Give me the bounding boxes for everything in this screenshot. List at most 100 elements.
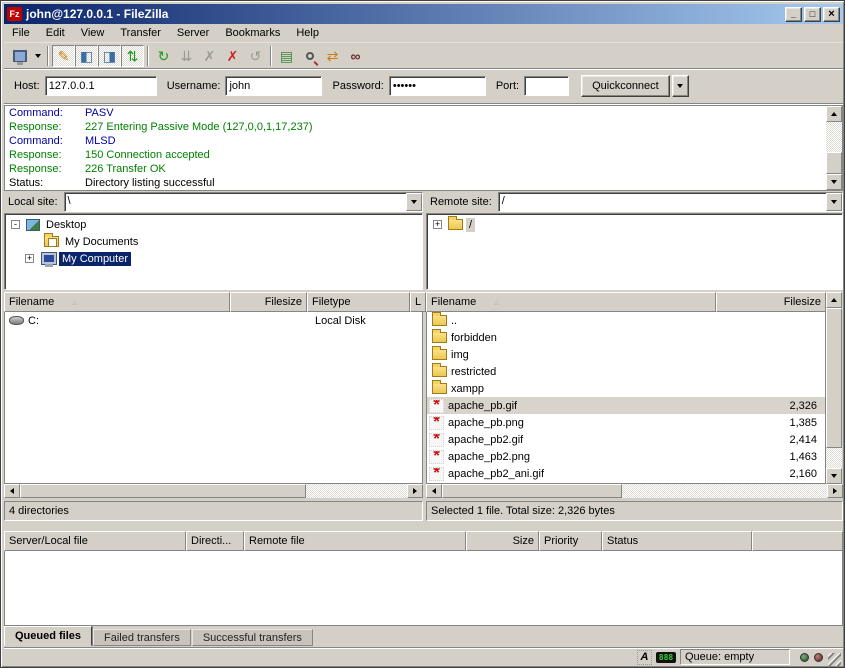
port-input[interactable]	[524, 76, 569, 96]
scroll-thumb[interactable]	[826, 308, 842, 448]
disconnect-button[interactable]: ✗	[221, 45, 244, 67]
menu-bookmarks[interactable]: Bookmarks	[217, 25, 288, 41]
tree-item-root[interactable]: + /	[427, 216, 842, 233]
menu-edit[interactable]: Edit	[38, 25, 73, 41]
remote-file-row[interactable]: *apache_pb2.gif2,414	[427, 431, 825, 448]
remote-file-row[interactable]: *apache_pb2_ani.gif2,160	[427, 465, 825, 482]
synchronized-browsing-button[interactable]: ⇄	[321, 45, 344, 67]
transfer-type-icon[interactable]: A	[637, 650, 652, 665]
file-search-button[interactable]	[298, 45, 321, 67]
column-header-filename[interactable]: Filename▵	[426, 292, 716, 312]
column-header-server-local-file[interactable]: Server/Local file	[4, 531, 186, 551]
menu-server[interactable]: Server	[169, 25, 217, 41]
column-header-filetype[interactable]: Filetype	[307, 292, 410, 312]
file-name: C:	[28, 315, 238, 327]
scroll-down-icon[interactable]	[826, 468, 842, 484]
tree-item-my-documents[interactable]: My Documents	[5, 233, 422, 250]
remote-file-row[interactable]: xampp	[427, 380, 825, 397]
local-site-value: \	[65, 193, 406, 211]
maximize-button[interactable]: □	[804, 7, 821, 22]
log-row: Command:PASV	[5, 106, 842, 120]
menu-help[interactable]: Help	[288, 25, 327, 41]
menubar: File Edit View Transfer Server Bookmarks…	[4, 24, 843, 43]
chevron-down-icon	[411, 200, 417, 204]
column-header-remote-file[interactable]: Remote file	[244, 531, 466, 551]
remote-vscrollbar[interactable]	[826, 292, 842, 484]
local-site-combo[interactable]: \	[64, 192, 423, 212]
toggle-queue-button[interactable]: ⇅	[121, 45, 144, 67]
column-header-size[interactable]: Size	[466, 531, 539, 551]
resize-grip[interactable]	[828, 653, 841, 666]
local-file-row[interactable]: C: Local Disk	[5, 312, 422, 329]
local-site-dropdown[interactable]	[406, 193, 422, 211]
process-queue-button[interactable]: ⇊	[175, 45, 198, 67]
site-manager-icon	[13, 50, 27, 62]
tree-item-my-computer[interactable]: + My Computer	[5, 250, 422, 267]
quickconnect-dropdown[interactable]	[672, 75, 689, 97]
scroll-right-icon[interactable]	[407, 484, 423, 498]
username-input[interactable]	[225, 76, 322, 96]
filter-button[interactable]: ∞	[344, 45, 367, 67]
scroll-left-icon[interactable]	[426, 484, 442, 498]
remote-site-dropdown[interactable]	[826, 193, 842, 211]
speedlimit-icon[interactable]: 888	[656, 652, 676, 663]
desktop-icon	[26, 219, 40, 231]
site-manager-button[interactable]	[8, 45, 31, 67]
scroll-thumb[interactable]	[442, 484, 622, 498]
scroll-thumb[interactable]	[20, 484, 306, 498]
reconnect-button[interactable]: ↺	[244, 45, 267, 67]
folder-icon	[432, 349, 447, 360]
cancel-button[interactable]: ✗	[198, 45, 221, 67]
toggle-local-tree-button[interactable]: ◧	[75, 45, 98, 67]
column-header-direction[interactable]: Directi...	[186, 531, 244, 551]
refresh-button[interactable]: ↻	[152, 45, 175, 67]
menu-transfer[interactable]: Transfer	[112, 25, 169, 41]
local-hscrollbar[interactable]	[4, 484, 423, 498]
column-header-filesize[interactable]: Filesize	[716, 292, 826, 312]
remote-file-row[interactable]: ..	[427, 312, 825, 329]
menu-file[interactable]: File	[4, 25, 38, 41]
folder-icon	[432, 332, 447, 343]
local-tree: - Desktop My Documents + My Computer	[4, 213, 423, 290]
site-manager-dropdown[interactable]	[31, 45, 44, 67]
remote-hscrollbar[interactable]	[426, 484, 843, 498]
scroll-up-icon[interactable]	[826, 106, 842, 122]
scroll-left-icon[interactable]	[4, 484, 20, 498]
image-file-icon: *	[429, 433, 444, 447]
folder-icon	[448, 219, 463, 230]
collapse-icon[interactable]: -	[11, 220, 20, 229]
expand-icon[interactable]: +	[433, 220, 442, 229]
tree-item-desktop[interactable]: - Desktop	[5, 216, 422, 233]
tab-successful-transfers[interactable]: Successful transfers	[192, 629, 313, 646]
remote-file-row[interactable]: forbidden	[427, 329, 825, 346]
directory-comparison-button[interactable]: ▤	[275, 45, 298, 67]
remote-file-row[interactable]: *apache_pb.png1,385	[427, 414, 825, 431]
tab-queued-files[interactable]: Queued files	[4, 626, 92, 646]
column-header-filename[interactable]: Filename▵	[4, 292, 230, 312]
scroll-right-icon[interactable]	[827, 484, 843, 498]
tab-failed-transfers[interactable]: Failed transfers	[93, 629, 191, 646]
scroll-down-icon[interactable]	[826, 174, 842, 190]
expand-icon[interactable]: +	[25, 254, 34, 263]
minimize-button[interactable]: _	[785, 7, 802, 22]
remote-site-combo[interactable]: /	[498, 192, 843, 212]
remote-file-list: .. forbidden img restricted xampp *apach…	[426, 312, 826, 484]
scroll-up-icon[interactable]	[826, 292, 842, 308]
column-header-priority[interactable]: Priority	[539, 531, 602, 551]
toggle-remote-tree-button[interactable]: ◨	[98, 45, 121, 67]
scroll-thumb[interactable]	[826, 152, 842, 174]
close-button[interactable]: ×	[823, 7, 840, 22]
remote-file-row[interactable]: restricted	[427, 363, 825, 380]
toggle-message-log-button[interactable]: ✎	[52, 45, 75, 67]
remote-file-row[interactable]: img	[427, 346, 825, 363]
quickconnect-button[interactable]: Quickconnect	[581, 75, 670, 97]
menu-view[interactable]: View	[73, 25, 113, 41]
remote-file-row-selected[interactable]: *apache_pb.gif2,326	[427, 397, 825, 414]
log-scrollbar[interactable]	[826, 106, 842, 190]
column-header-filesize[interactable]: Filesize	[230, 292, 307, 312]
column-header-status[interactable]: Status	[602, 531, 752, 551]
remote-file-row[interactable]: *apache_pb2.png1,463	[427, 448, 825, 465]
host-label: Host:	[14, 80, 40, 92]
password-input[interactable]	[389, 76, 486, 96]
host-input[interactable]	[45, 76, 157, 96]
